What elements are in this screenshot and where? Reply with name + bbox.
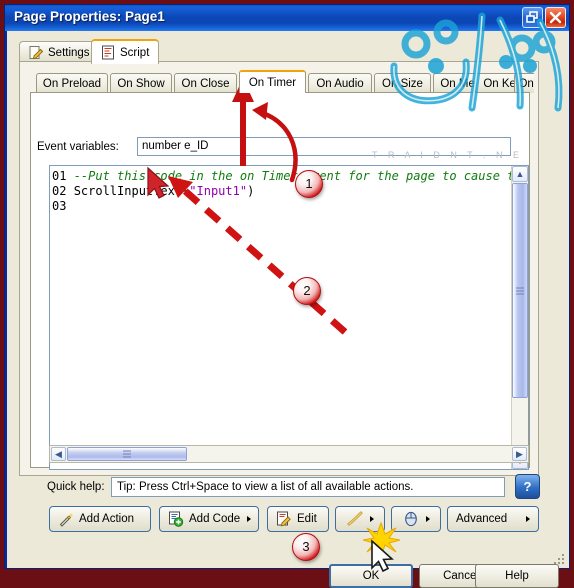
close-button[interactable] xyxy=(545,7,566,28)
window-controls xyxy=(522,7,566,28)
scroll-left-button[interactable]: ◀ xyxy=(51,447,66,461)
cancel-label: Cancel xyxy=(443,570,479,582)
annotation-badge-2: 2 xyxy=(293,277,321,305)
close-icon xyxy=(549,11,562,24)
restore-icon xyxy=(526,11,538,23)
wand-tool-icon xyxy=(347,511,363,527)
event-tab-label: On Show xyxy=(117,77,165,90)
code-line: 03 xyxy=(52,199,510,214)
event-tab-label: On Mouse xyxy=(518,77,534,90)
annotation-badge-1: 1 xyxy=(295,170,323,198)
code-token: ScrollInputText( xyxy=(73,184,190,198)
magic-wand-icon xyxy=(58,511,74,527)
editor-vertical-scrollbar[interactable]: ▲ ▼ xyxy=(511,166,528,469)
line-number: 01 xyxy=(52,169,67,183)
edit-label: Edit xyxy=(297,513,317,525)
add-code-button[interactable]: Add Code xyxy=(159,506,259,532)
editor-horizontal-scrollbar[interactable]: ◀ ▶ xyxy=(49,445,529,463)
ok-label: OK xyxy=(362,570,380,582)
code-token: ) xyxy=(247,184,255,198)
event-tab-on-preload[interactable]: On Preload xyxy=(36,73,108,93)
event-tab-label: On Audio xyxy=(316,77,364,90)
resize-grip-icon[interactable] xyxy=(552,552,564,564)
quick-help-field[interactable]: Tip: Press Ctrl+Space to view a list of … xyxy=(111,477,505,497)
event-variables-label: Event variables: xyxy=(37,141,119,153)
event-tab-on-audio[interactable]: On Audio xyxy=(308,73,372,93)
pencil-page-icon xyxy=(29,45,44,60)
chevron-right-icon xyxy=(526,516,530,522)
mouse-tool-button[interactable] xyxy=(391,506,441,532)
restore-button[interactable] xyxy=(522,7,543,28)
line-number: 03 xyxy=(52,199,67,213)
chevron-right-icon xyxy=(247,516,252,522)
ok-button[interactable]: OK xyxy=(329,564,413,588)
wand-tool-button[interactable] xyxy=(335,506,385,532)
code-text: 01 --Put this code in the on Timer event… xyxy=(52,169,514,214)
line-number: 02 xyxy=(52,184,67,198)
window-title: Page Properties: Page1 xyxy=(14,9,165,24)
event-tab-label: On Timer xyxy=(248,77,297,89)
tab-script-label: Script xyxy=(120,46,150,59)
horizontal-scroll-thumb[interactable] xyxy=(67,447,187,461)
mouse-icon xyxy=(403,511,419,527)
event-tab-label: On Preload xyxy=(42,77,102,90)
code-string: "Input1" xyxy=(189,184,248,198)
code-line: 02 ScrollInputText("Input1") xyxy=(52,184,510,199)
event-tab-on-close[interactable]: On Close xyxy=(174,73,237,93)
tab-script[interactable]: Script xyxy=(91,39,160,64)
event-tab-label: On Close xyxy=(181,77,230,90)
annotation-badge-3: 3 xyxy=(292,533,320,561)
scroll-right-button[interactable]: ▶ xyxy=(512,447,527,461)
script-list-icon xyxy=(101,45,116,60)
event-tab-on-size[interactable]: On Size xyxy=(374,73,431,93)
event-tab-label: On Size xyxy=(382,77,423,90)
tab-settings[interactable]: Settings xyxy=(19,41,100,63)
quick-help-label: Quick help: xyxy=(47,481,105,493)
chevron-right-icon xyxy=(369,516,374,522)
watermark-site-text: T R A I D N T . N E xyxy=(372,150,524,160)
scroll-grip-icon xyxy=(123,450,131,458)
event-tab-on-show[interactable]: On Show xyxy=(110,73,172,93)
edit-pencil-icon xyxy=(276,511,292,527)
add-code-icon xyxy=(168,511,184,527)
edit-button[interactable]: Edit xyxy=(267,506,329,532)
code-editor[interactable]: 01 --Put this code in the on Timer event… xyxy=(49,165,529,470)
help-question-button[interactable]: ? xyxy=(515,474,540,499)
event-tab-strip: On Preload On Show On Close On Timer On … xyxy=(36,70,534,93)
screenshot-root: Page Properties: Page1 Settings Script O… xyxy=(0,0,574,588)
event-tab-on-mouse[interactable]: On Mouse xyxy=(514,73,534,93)
chevron-right-icon xyxy=(425,516,430,522)
tab-settings-label: Settings xyxy=(48,46,90,59)
scroll-grip-icon xyxy=(516,287,524,294)
add-action-button[interactable]: Add Action xyxy=(49,506,151,532)
help-label: Help xyxy=(505,570,529,582)
advanced-label: Advanced xyxy=(456,513,508,525)
advanced-button[interactable]: Advanced xyxy=(447,506,539,532)
vertical-scroll-thumb[interactable] xyxy=(512,183,528,398)
event-tab-on-timer[interactable]: On Timer xyxy=(239,70,306,93)
help-button[interactable]: Help xyxy=(475,564,559,588)
code-comment: --Put this code in the on Timer event fo… xyxy=(73,169,515,183)
title-bar[interactable]: Page Properties: Page1 xyxy=(5,5,569,31)
add-code-label: Add Code xyxy=(189,513,241,525)
add-action-label: Add Action xyxy=(79,513,134,525)
code-line: 01 --Put this code in the on Timer event… xyxy=(52,169,514,184)
dialog-client-area: Settings Script On Preload On Show On Cl… xyxy=(7,31,569,588)
page-properties-window: Page Properties: Page1 Settings Script O… xyxy=(4,4,570,588)
question-mark-icon: ? xyxy=(523,479,532,494)
scroll-up-button[interactable]: ▲ xyxy=(512,166,528,182)
